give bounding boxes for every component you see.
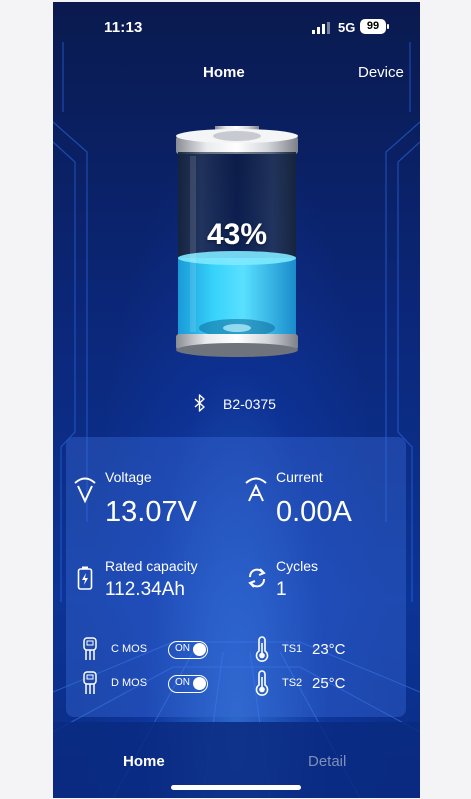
current-value: 0.00A (276, 496, 352, 528)
voltage-value: 13.07V (105, 496, 197, 528)
ts1-value: 23°C (312, 641, 346, 658)
d-mos-state: ON (175, 677, 190, 688)
d-mos-icon (83, 671, 97, 694)
rated-capacity-label: Rated capacity (105, 558, 198, 574)
current-icon (245, 477, 267, 502)
signal-icon (312, 22, 330, 34)
cycles-label: Cycles (276, 558, 319, 574)
c-mos-label: C MOS (111, 643, 148, 655)
status-battery-nub (387, 24, 389, 29)
bluetooth-icon (194, 394, 205, 412)
voltage-icon (74, 477, 96, 504)
status-time: 11:13 (104, 19, 143, 36)
d-mos-toggle-knob (193, 677, 206, 690)
bottom-tab-detail[interactable]: Detail (308, 753, 346, 770)
app-screen: 11:13 5G 99 Home Device 43% B2-0375 Volt… (53, 2, 420, 798)
voltage-label: Voltage (105, 469, 152, 485)
battery-charge-icon (77, 566, 93, 590)
current-label: Current (276, 469, 323, 485)
status-bar: 11:13 5G 99 (53, 2, 420, 46)
c-mos-state: ON (175, 643, 190, 654)
ts2-thermometer-icon (255, 670, 269, 696)
d-mos-label: D MOS (111, 677, 148, 689)
bottom-tab-home[interactable]: Home (123, 753, 165, 770)
battery-percent: 43% (206, 218, 268, 251)
status-battery: 99 (360, 19, 386, 34)
ts1-thermometer-icon (255, 636, 269, 662)
c-mos-toggle[interactable]: ON (168, 641, 208, 659)
tab-home[interactable]: Home (203, 64, 245, 81)
d-mos-toggle[interactable]: ON (168, 675, 208, 693)
ts1-label: TS1 (282, 643, 303, 655)
tab-device[interactable]: Device (358, 64, 404, 81)
ts2-label: TS2 (282, 677, 303, 689)
rated-capacity-value: 112.34Ah (105, 579, 185, 600)
home-indicator (171, 785, 301, 790)
ts2-value: 25°C (312, 675, 346, 692)
cycles-value: 1 (276, 579, 287, 600)
c-mos-toggle-knob (193, 643, 206, 656)
metrics-panel: Voltage 13.07V Current 0.00A Rated capac… (66, 437, 406, 717)
device-name: B2-0375 (223, 396, 276, 412)
cycle-icon (248, 568, 266, 588)
c-mos-icon (83, 637, 97, 660)
network-type: 5G (338, 20, 356, 35)
